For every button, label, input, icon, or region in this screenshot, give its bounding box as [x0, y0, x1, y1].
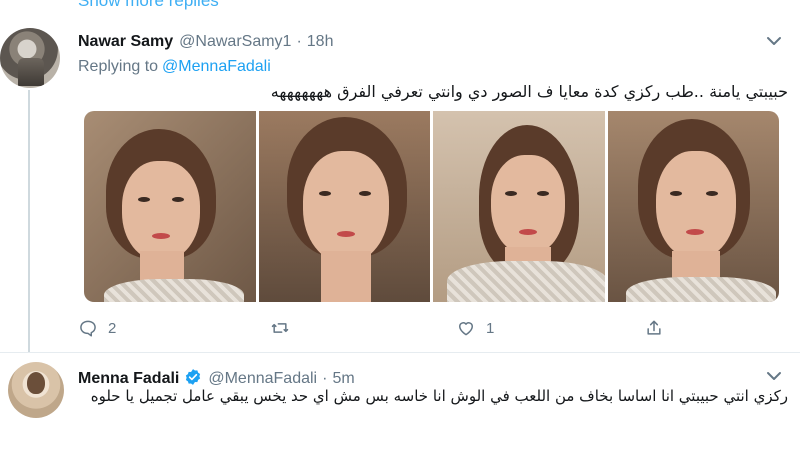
chevron-down-icon[interactable]: [765, 370, 783, 382]
tweet-media-grid: [84, 111, 779, 302]
show-more-replies-link[interactable]: Show more replies: [78, 0, 219, 11]
tweet-header: Menna Fadali @MennaFadali · 5m: [78, 365, 355, 388]
like-button[interactable]: 1: [456, 318, 494, 338]
tweet-photo-1[interactable]: [84, 111, 256, 302]
chevron-down-icon[interactable]: [765, 35, 783, 47]
avatar[interactable]: [0, 28, 60, 88]
author-handle[interactable]: @NawarSamy1: [179, 33, 291, 51]
thread-connector-line: [28, 90, 30, 352]
tweet-timestamp[interactable]: 18h: [307, 33, 334, 51]
tweet-header: Nawar Samy @NawarSamy1 · 18h: [78, 33, 333, 51]
tweet-divider: [0, 352, 800, 353]
reply-bubble-icon: [80, 320, 96, 337]
tweet-actions: 2 1: [78, 318, 678, 342]
replying-to-label: Replying to: [78, 58, 159, 75]
heart-icon: [459, 322, 473, 336]
retweet-button[interactable]: [270, 318, 300, 338]
share-icon: [647, 320, 661, 335]
verified-badge-icon: [186, 369, 201, 385]
tweet-text: حبيبتي يامنة ..طب ركزي كدة معايا ف الصور…: [270, 82, 788, 101]
reply-count: 2: [108, 319, 117, 337]
tweet-photo-3[interactable]: [433, 111, 605, 302]
tweet-photo-4[interactable]: [607, 111, 779, 302]
avatar[interactable]: [8, 362, 64, 418]
separator-dot: ·: [296, 33, 302, 50]
author-name[interactable]: Nawar Samy: [78, 33, 173, 51]
share-button[interactable]: [644, 318, 664, 338]
replying-to-mention[interactable]: @MennaFadali: [162, 58, 271, 75]
tweet-text: ركزي انتي حبيبتي انا اساسا بخاف من اللعب…: [90, 387, 788, 405]
reply-button[interactable]: 2: [78, 318, 116, 338]
replying-to-line: Replying to @MennaFadali: [78, 58, 271, 76]
tweet-photo-2[interactable]: [258, 111, 430, 302]
retweet-icon: [271, 323, 289, 333]
like-count: 1: [486, 319, 495, 337]
